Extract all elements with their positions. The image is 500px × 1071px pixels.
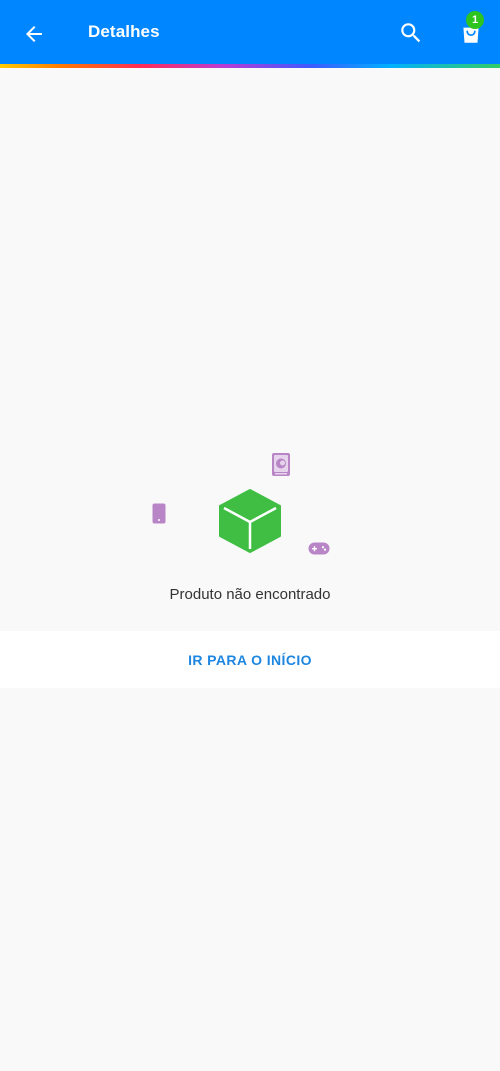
search-button[interactable]: [391, 13, 431, 53]
go-home-label: IR PARA O INÍCIO: [188, 651, 312, 668]
smartphone-icon: [152, 503, 166, 524]
arrow-left-icon: [26, 26, 42, 42]
empty-state-illustration: [140, 445, 360, 570]
app-screen: Detalhes 1 Produto não encontrado IR PAR…: [0, 0, 500, 1071]
cart-count-badge: 1: [466, 11, 484, 29]
not-found-message: Produto não encontrado: [169, 586, 331, 603]
book-icon: [272, 453, 290, 476]
gamepad-icon: [308, 542, 330, 555]
go-home-button[interactable]: IR PARA O INÍCIO: [0, 631, 500, 688]
rainbow-divider: [0, 64, 500, 68]
search-icon: [401, 23, 421, 43]
top-app-bar: Detalhes 1: [0, 0, 500, 64]
page-title: Detalhes: [88, 22, 160, 41]
box-icon: [219, 489, 281, 553]
back-button[interactable]: [14, 14, 54, 54]
